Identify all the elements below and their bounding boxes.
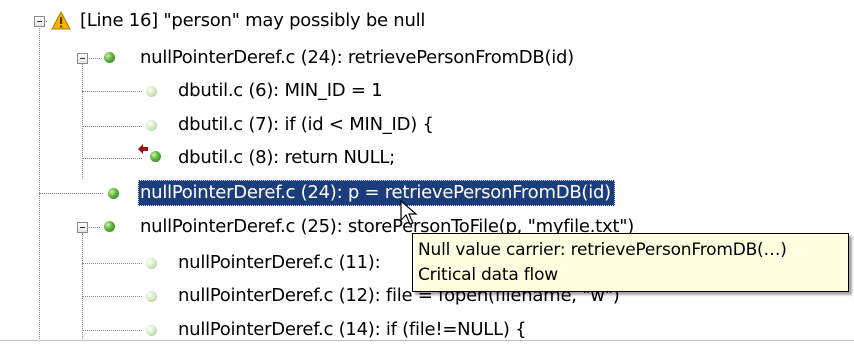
green-dot-icon: [150, 151, 161, 162]
tree-guide-line: [86, 227, 100, 228]
pale-green-dot-icon: [146, 325, 157, 336]
tree-guide-line: [39, 28, 40, 341]
green-dot-icon: [104, 52, 115, 63]
tree-guide-line: [82, 158, 142, 159]
tree-row-selected[interactable]: nullPointerDeref.c (24): p = retrievePer…: [138, 176, 615, 210]
tree-guide-line: [86, 58, 100, 59]
tree-row-step[interactable]: nullPointerDeref.c (11):: [176, 246, 384, 280]
collapse-toggle[interactable]: [34, 16, 45, 27]
tree-row-step[interactable]: nullPointerDeref.c (24): retrievePersonF…: [138, 41, 578, 75]
collapse-toggle[interactable]: [77, 222, 88, 233]
tree-guide-line: [82, 233, 83, 341]
tree-guide-line: [82, 330, 142, 331]
green-dot-icon: [104, 221, 115, 232]
pale-green-dot-icon: [146, 86, 157, 97]
tree-row-step[interactable]: dbutil.c (6): MIN_ID = 1: [176, 74, 386, 108]
tree-row-label: nullPointerDeref.c (24): p = retrievePer…: [138, 180, 615, 206]
tree-row-label: [Line 16] "person" may possibly be null: [80, 10, 426, 31]
tree-row-step[interactable]: dbutil.c (7): if (id < MIN_ID) {: [176, 108, 438, 142]
collapse-toggle[interactable]: [77, 53, 88, 64]
tree-row-step[interactable]: dbutil.c (8): return NULL;: [176, 141, 399, 175]
tree-guide-line: [82, 296, 142, 297]
tree-row-label: dbutil.c (6): MIN_ID = 1: [178, 80, 383, 101]
tree-row-problem[interactable]: [Line 16] "person" may possibly be null: [78, 4, 429, 38]
green-dot-icon: [108, 188, 119, 199]
tree-row-step[interactable]: nullPointerDeref.c (14): if (file!=NULL)…: [176, 313, 530, 347]
tree-row-label: dbutil.c (8): return NULL;: [178, 147, 395, 168]
tree-guide-line: [82, 263, 142, 264]
warning-icon: [51, 11, 71, 30]
tooltip: Null value carrier: retrievePersonFromDB…: [412, 233, 849, 292]
pale-green-dot-icon: [146, 291, 157, 302]
tree-row-label: nullPointerDeref.c (24): retrievePersonF…: [140, 47, 574, 68]
return-arrow-icon: [138, 144, 148, 154]
tooltip-line-flow: Critical data flow: [418, 265, 558, 285]
tree-row-label: dbutil.c (7): if (id < MIN_ID) {: [178, 114, 434, 135]
tooltip-line-carrier: Null value carrier: retrievePersonFromDB…: [418, 240, 787, 260]
tree-guide-line: [82, 64, 83, 179]
mouse-cursor-icon: [400, 200, 418, 225]
tree-guide-line: [82, 91, 142, 92]
pale-green-dot-icon: [146, 120, 157, 131]
pale-green-dot-icon: [146, 258, 157, 269]
tree-row-label: nullPointerDeref.c (11):: [178, 252, 381, 273]
tree-guide-line: [82, 126, 142, 127]
tree-guide-line: [39, 193, 103, 194]
